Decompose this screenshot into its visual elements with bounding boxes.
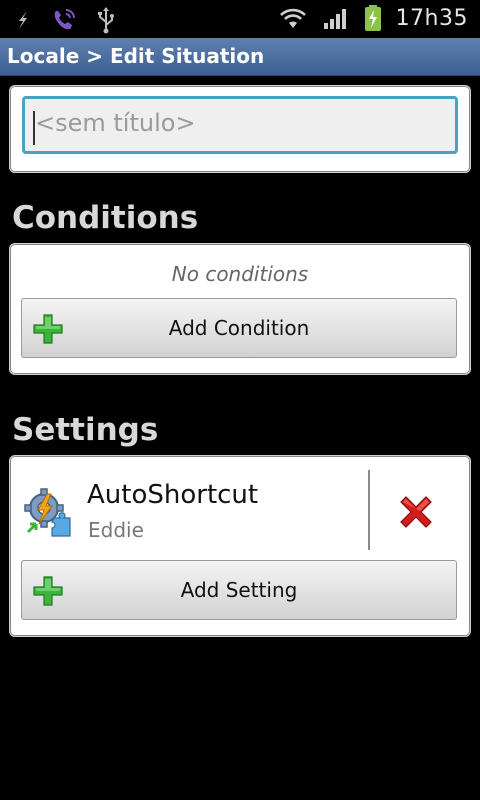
divider (368, 470, 370, 550)
status-time: 17h35 (395, 5, 468, 31)
settings-card: AutoShortcut Eddie Add Setting (9, 455, 471, 637)
battery-charging-icon (364, 5, 381, 31)
signal-icon (323, 9, 346, 29)
setting-item[interactable]: AutoShortcut Eddie (10, 470, 470, 550)
situation-name-card: <sem título> (9, 85, 471, 173)
status-left (14, 6, 116, 34)
add-setting-button[interactable]: Add Setting (21, 560, 457, 620)
conditions-heading: Conditions (12, 200, 199, 236)
page-title: Locale > Edit Situation (7, 44, 265, 68)
situation-name-input[interactable]: <sem título> (22, 96, 458, 154)
gear-puzzle-icon (24, 488, 71, 537)
no-conditions-text: No conditions (171, 262, 309, 286)
conditions-card: No conditions Add Condition (9, 243, 471, 375)
missed-call-icon (19, 11, 27, 29)
usb-icon (98, 7, 114, 34)
delete-icon[interactable] (396, 492, 436, 532)
status-bar: 17h35 (0, 0, 480, 38)
add-setting-label: Add Setting (180, 578, 298, 602)
viber-icon (54, 9, 75, 30)
add-condition-button[interactable]: Add Condition (21, 298, 457, 358)
setting-name: AutoShortcut (87, 480, 259, 510)
wifi-icon (279, 8, 306, 28)
setting-subtitle: Eddie (88, 518, 144, 542)
add-condition-label: Add Condition (168, 316, 310, 340)
situation-name-placeholder: <sem título> (35, 109, 196, 137)
text-cursor (33, 111, 35, 145)
status-right: 17h35 (278, 4, 468, 32)
settings-heading: Settings (12, 412, 159, 448)
title-bar: Locale > Edit Situation (0, 38, 480, 76)
